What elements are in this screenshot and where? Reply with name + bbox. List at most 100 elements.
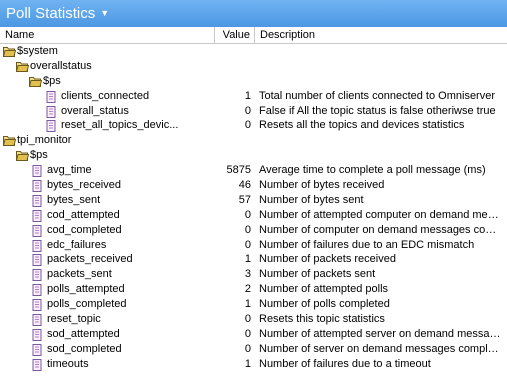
row-value: 0 (244, 342, 251, 355)
statistics-tree: $system overallstatus $ps clients_connected… (0, 44, 507, 372)
document-icon (32, 239, 44, 252)
row-name: bytes_received (47, 179, 121, 192)
row-name: polls_attempted (47, 283, 125, 296)
tree-item-row[interactable]: clients_connected 1 Total number of client… (0, 89, 507, 104)
row-value: 2 (244, 283, 251, 296)
document-icon (32, 180, 44, 193)
tree-folder-row[interactable]: $ps (0, 74, 507, 89)
document-icon (32, 343, 44, 356)
document-icon (32, 358, 44, 371)
row-description: Resets this topic statistics (259, 313, 385, 326)
row-value: 1 (244, 357, 251, 370)
row-description: Total number of clients connected to Omn… (259, 89, 496, 102)
row-value: 57 (238, 193, 251, 206)
row-name: edc_failures (47, 238, 107, 251)
row-name: packets_received (47, 253, 133, 266)
row-name: bytes_sent (47, 193, 101, 206)
tree-folder-row[interactable]: overallstatus (0, 59, 507, 74)
row-name: sod_attempted (47, 327, 120, 340)
document-icon (32, 314, 44, 327)
open-folder-icon (16, 150, 29, 162)
open-folder-icon (3, 46, 16, 57)
row-value: 0 (244, 327, 251, 340)
tree-item-row[interactable]: polls_completed 1 Number of polls complete… (0, 297, 507, 312)
document-icon (32, 224, 44, 237)
document-icon (32, 269, 44, 282)
row-value: 3 (244, 268, 251, 281)
row-description: Number of attempted polls (259, 283, 389, 296)
column-header-description[interactable]: Description (255, 27, 507, 43)
tree-item-row[interactable]: packets_received 1 Number of packets recei… (0, 252, 507, 267)
row-value: 0 (244, 119, 251, 132)
tree-item-row[interactable]: packets_sent 3 Number of packets sent (0, 267, 507, 282)
open-folder-icon (16, 61, 29, 72)
row-name: reset_all_topics_devic... (61, 119, 179, 132)
document-icon (32, 165, 44, 178)
tree-item-row[interactable]: bytes_sent 57 Number of bytes sent (0, 193, 507, 208)
document-icon (32, 328, 44, 341)
tree-item-row[interactable]: timeouts 1 Number of failures due to a tim… (0, 357, 507, 372)
row-description: Number of packets received (259, 253, 396, 266)
open-folder-icon (3, 135, 16, 147)
row-description: Number of polls completed (259, 298, 390, 311)
document-icon (32, 194, 44, 207)
tree-folder-row[interactable]: tpi_monitor (0, 133, 507, 148)
row-description: Number of attempted computer on demand m… (259, 208, 503, 221)
row-description: Average time to complete a poll message … (259, 164, 486, 177)
tree-item-row[interactable]: polls_attempted 2 Number of attempted poll… (0, 282, 507, 297)
document-icon (32, 299, 44, 312)
window-titlebar[interactable]: Poll Statistics ▼ (0, 0, 507, 27)
row-name: overallstatus (30, 59, 92, 72)
tree-item-row[interactable]: reset_all_topics_devic... 0 Resets all the… (0, 118, 507, 133)
window-title: Poll Statistics (6, 5, 96, 22)
row-description: Number of server on demand messages comp… (259, 342, 503, 355)
row-name: sod_completed (47, 342, 122, 355)
document-icon (32, 284, 44, 297)
row-name: timeouts (47, 357, 89, 370)
tree-item-row[interactable]: bytes_received 46 Number of bytes received (0, 178, 507, 193)
row-description: Number of failures due to a timeout (259, 357, 431, 370)
column-header: Name Value Description (0, 27, 507, 44)
row-description: Resets all the topics and devices statis… (259, 119, 465, 132)
chevron-down-icon[interactable]: ▼ (100, 8, 109, 18)
tree-folder-row[interactable]: $ps (0, 148, 507, 163)
tree-item-row[interactable]: reset_topic 0 Resets this topic statistics (0, 312, 507, 327)
tree-item-row[interactable]: avg_time 5875 Average time to complete a p… (0, 163, 507, 178)
document-icon (46, 105, 58, 118)
row-name: avg_time (47, 164, 92, 177)
tree-item-row[interactable]: cod_completed 0 Number of computer on dema… (0, 223, 507, 238)
row-name: tpi_monitor (17, 134, 72, 147)
row-name: $ps (43, 74, 61, 87)
row-value: 0 (244, 208, 251, 221)
row-value: 1 (244, 253, 251, 266)
row-value: 0 (244, 313, 251, 326)
row-name: polls_completed (47, 298, 127, 311)
open-folder-icon (29, 76, 42, 87)
row-value: 0 (244, 104, 251, 117)
row-description: Number of bytes received (259, 179, 385, 192)
column-header-name[interactable]: Name (0, 27, 215, 43)
row-value: 5875 (226, 164, 251, 177)
row-name: $ps (30, 149, 48, 162)
row-description: Number of failures due to an EDC mismatc… (259, 238, 475, 251)
tree-item-row[interactable]: overall_status 0 False if All the topic st… (0, 104, 507, 119)
row-value: 46 (238, 179, 251, 192)
document-icon (46, 120, 58, 133)
row-description: Number of computer on demand messages co… (259, 223, 503, 236)
tree-folder-row[interactable]: $system (0, 44, 507, 59)
row-name: clients_connected (61, 89, 150, 102)
row-value: 0 (244, 238, 251, 251)
tree-item-row[interactable]: sod_attempted 0 Number of attempted server… (0, 327, 507, 342)
row-name: $system (17, 45, 58, 57)
tree-item-row[interactable]: cod_attempted 0 Number of attempted comput… (0, 208, 507, 223)
row-description: Number of attempted server on demand mes… (259, 327, 503, 340)
row-name: cod_completed (47, 223, 122, 236)
row-description: Number of bytes sent (259, 193, 364, 206)
column-header-value[interactable]: Value (215, 27, 255, 43)
row-description: Number of packets sent (259, 268, 376, 281)
tree-item-row[interactable]: edc_failures 0 Number of failures due to a… (0, 238, 507, 253)
row-name: overall_status (61, 104, 129, 117)
row-description: False if All the topic status is false o… (259, 104, 496, 117)
tree-item-row[interactable]: sod_completed 0 Number of server on demand… (0, 342, 507, 357)
row-name: cod_attempted (47, 208, 120, 221)
